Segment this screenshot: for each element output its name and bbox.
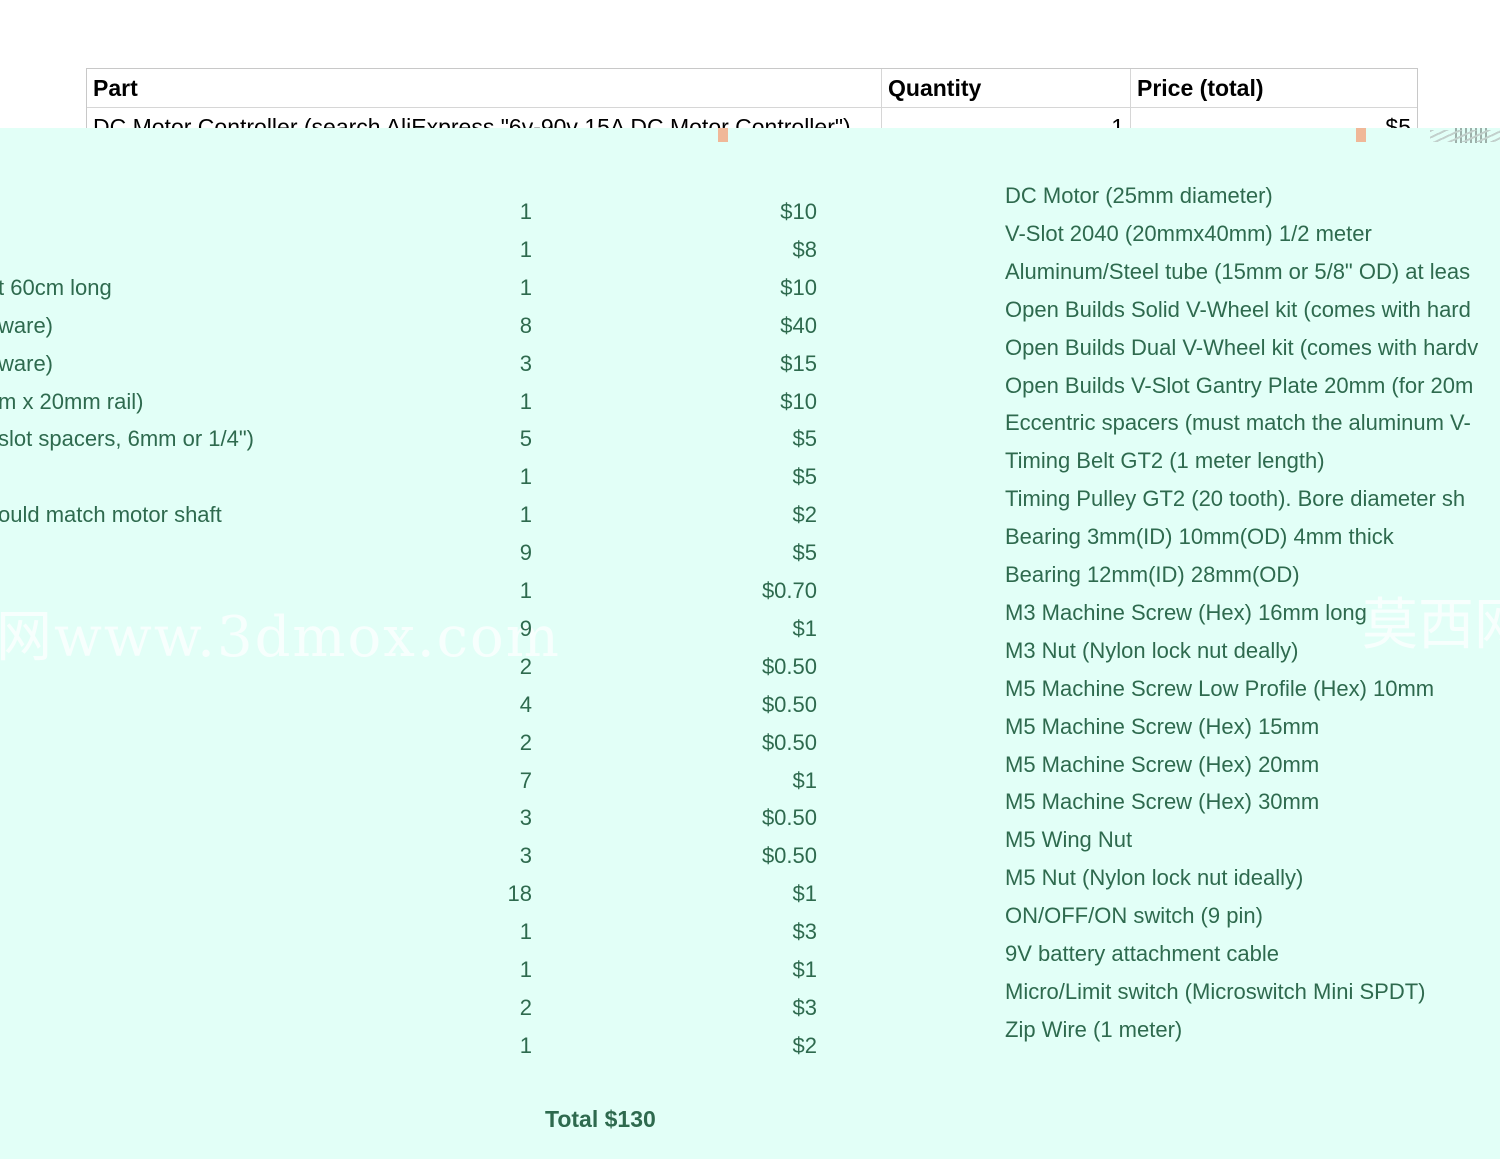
price-cell: $3 (792, 919, 817, 945)
part-name: M5 Nut (Nylon lock nut ideally) (1005, 865, 1304, 891)
part-name: M5 Wing Nut (1005, 827, 1133, 853)
header-price: Price (total) (1137, 75, 1264, 101)
price-cell: $5 (792, 540, 817, 566)
price-cell: $3 (792, 994, 817, 1020)
price-cell: $15 (780, 350, 817, 376)
price-cell: $0.70 (761, 578, 817, 603)
quantity-cell: 8 (519, 312, 532, 338)
quantity-cell: 9 (519, 540, 532, 566)
part-name: 9V battery attachment cable (1005, 941, 1279, 966)
part-name: M3 Nut (Nylon lock nut deally) (1005, 637, 1299, 663)
price-cell: $0.50 (761, 691, 817, 717)
price-cell: $5 (792, 426, 817, 452)
part-name: ON/OFF/ON switch (9 pin) (1005, 903, 1263, 929)
quantity-cell: 9 (519, 615, 532, 641)
quantity-cell: 1 (519, 919, 532, 945)
part-name: Timing Pulley GT2 (20 tooth). Bore diame… (1005, 486, 1466, 512)
part-name: Micro/Limit switch (Microswitch Mini SPD… (1005, 978, 1426, 1004)
price-cell: $2 (792, 502, 817, 528)
price-cell: $1 (792, 767, 817, 793)
part-name: M5 Machine Screw (Hex) 20mm (1005, 751, 1320, 777)
quantity-cell: 3 (519, 843, 532, 869)
price-cell: $0.50 (761, 805, 817, 831)
glitch-mark (1356, 128, 1366, 142)
total-label: Total $130 (545, 1106, 656, 1132)
part-name: M3 Machine Screw (Hex) 16mm long (1005, 599, 1367, 625)
part-name: DC Motor (25mm diameter) (1005, 183, 1273, 208)
price-cell: $10 (780, 274, 817, 300)
table-header-row: Part Quantity Price (total) (87, 69, 1417, 108)
quantity-cell: 1 (519, 199, 532, 224)
price-cell: $1 (792, 881, 817, 907)
part-name: Bearing 12mm(ID) 28mm(OD) (1005, 562, 1300, 587)
quantity-cell: 1 (519, 464, 532, 490)
part-name: Open Builds V-Slot Gantry Plate 20mm (fo… (1005, 372, 1474, 398)
quantity-cell: 18 (507, 881, 532, 907)
part-name: Eccentric spacers (must match the alumin… (1005, 410, 1471, 436)
quantity-cell: 5 (519, 426, 532, 452)
price-cell: $0.50 (761, 653, 817, 679)
glitch-mark (718, 128, 728, 142)
quantity-cell: 1 (519, 1032, 532, 1058)
part-fragment: ould match motor shaft (0, 502, 222, 528)
price-cell: $5 (792, 464, 817, 490)
header-part: Part (87, 69, 882, 107)
price-cell: $1 (792, 615, 817, 641)
part-fragment: t 60cm long (0, 274, 112, 300)
part-name: Aluminum/Steel tube (15mm or 5/8" OD) at… (1005, 258, 1471, 284)
price-cell: $2 (792, 1032, 817, 1058)
quantity-cell: 2 (519, 729, 532, 755)
part-name: Zip Wire (1 meter) (1005, 1016, 1183, 1042)
watermark-cjk: 莫西网 (1362, 593, 1500, 658)
price-cell: $40 (780, 312, 817, 338)
quantity-cell: 1 (519, 388, 532, 414)
part-name: V-Slot 2040 (20mmx40mm) 1/2 meter (1005, 220, 1372, 246)
part-fragment: ware) (0, 350, 54, 376)
part-name: M5 Machine Screw (Hex) 15mm (1005, 713, 1320, 739)
part-name: M5 Machine Screw Low Profile (Hex) 10mm (1005, 675, 1435, 701)
part-name: Bearing 3mm(ID) 10mm(OD) 4mm thick (1005, 524, 1394, 550)
part-name: Timing Belt GT2 (1 meter length) (1005, 448, 1325, 474)
quantity-cell: 1 (519, 578, 532, 603)
part-fragment: slot spacers, 6mm or 1/4") (0, 426, 254, 452)
price-cell: $0.50 (761, 729, 817, 755)
quantity-cell: 3 (519, 350, 532, 376)
part-fragment: ware) (0, 312, 54, 338)
quantity-cell: 3 (519, 805, 532, 831)
price-cell: $8 (792, 236, 817, 262)
quantity-cell: 1 (519, 502, 532, 528)
price-cell: $1 (792, 957, 817, 982)
header-quantity: Quantity (882, 69, 1131, 107)
part-name: Open Builds Dual V-Wheel kit (comes with… (1005, 334, 1479, 360)
quantity-cell: 1 (519, 274, 532, 300)
price-cell: $0.50 (761, 843, 817, 869)
glitch-scribble (1430, 130, 1500, 142)
part-name: Open Builds Solid V-Wheel kit (comes wit… (1005, 296, 1471, 322)
part-fragment: m x 20mm rail) (0, 388, 144, 414)
quantity-cell: 1 (519, 236, 532, 262)
quantity-cell: 4 (519, 691, 532, 717)
quantity-cell: 1 (519, 957, 532, 982)
price-cell: $10 (780, 199, 817, 224)
quantity-cell: 2 (519, 653, 532, 679)
price-cell: $10 (780, 388, 817, 414)
quantity-cell: 7 (519, 767, 532, 793)
part-name: M5 Machine Screw (Hex) 30mm (1005, 789, 1320, 815)
quantity-cell: 2 (519, 994, 532, 1020)
page: Part Quantity Price (total) DC Motor Con… (0, 0, 1500, 1159)
